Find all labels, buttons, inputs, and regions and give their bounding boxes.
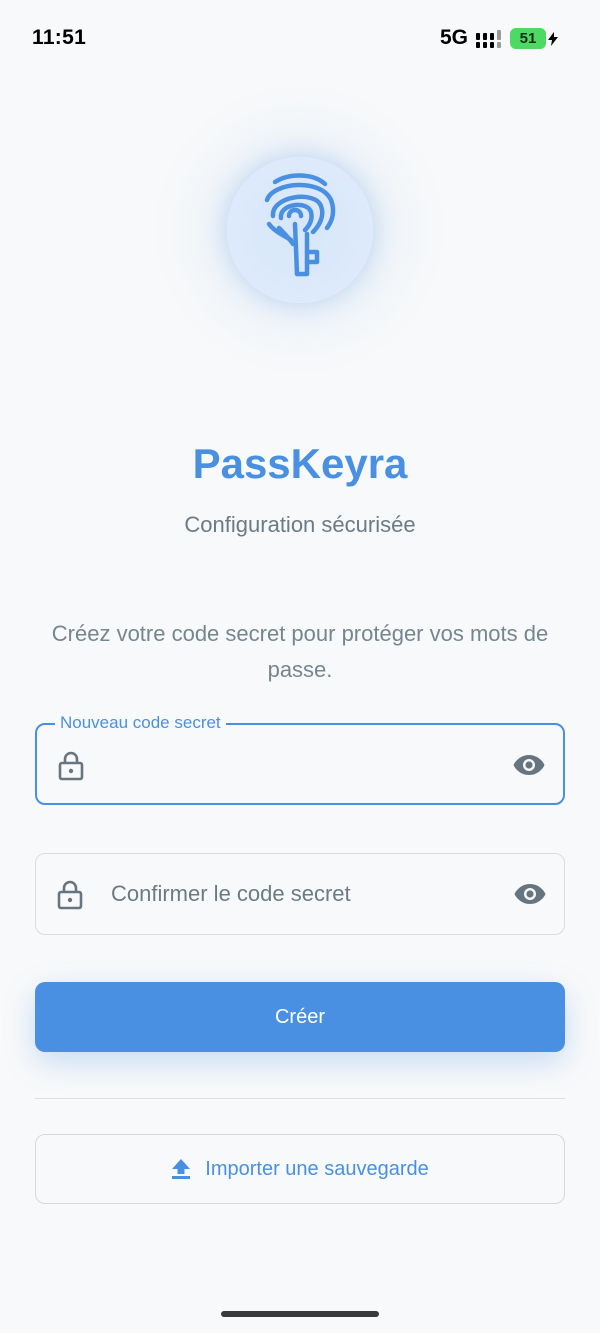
charging-bolt-icon [548, 32, 558, 46]
app-subtitle: Configuration sécurisée [184, 512, 416, 537]
confirm-code-field[interactable] [35, 853, 565, 935]
instructions-text: Créez votre code secret pour protéger vo… [51, 621, 549, 682]
import-backup-button[interactable]: Importer une sauvegarde [35, 1134, 565, 1204]
signal-icon [476, 30, 501, 48]
new-code-field[interactable]: Nouveau code secret [35, 713, 565, 805]
divider [35, 1098, 565, 1099]
import-label: Importer une sauvegarde [205, 1157, 429, 1180]
fingerprint-key-icon [264, 173, 336, 277]
battery-level: 51 [519, 30, 537, 47]
new-code-input[interactable] [112, 725, 492, 803]
lock-icon [58, 751, 84, 781]
setup-screen: 11:51 5G 51 PassKeyra Configuration sécu… [0, 0, 600, 1333]
network-type: 5G [440, 26, 469, 49]
eye-icon[interactable] [513, 754, 545, 776]
upload-icon [172, 1159, 191, 1179]
status-bar: 11:51 5G 51 [0, 0, 600, 76]
lock-icon [57, 880, 83, 910]
battery-indicator: 51 [510, 28, 546, 49]
eye-icon[interactable] [514, 883, 546, 905]
home-indicator[interactable] [221, 1311, 379, 1317]
app-title: PassKeyra [192, 440, 408, 487]
confirm-code-input[interactable] [111, 854, 491, 934]
create-button[interactable]: Créer [35, 982, 565, 1052]
status-time: 11:51 [32, 26, 87, 49]
